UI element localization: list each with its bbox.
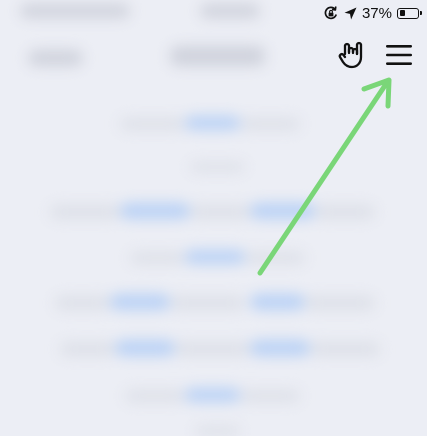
hamburger-menu-icon[interactable] xyxy=(382,40,416,70)
location-arrow-icon xyxy=(344,7,357,19)
screenshot: 37% xyxy=(0,0,427,436)
status-bar: 37% xyxy=(323,2,422,24)
rotation-lock-icon xyxy=(324,6,337,20)
hand-gesture-icon[interactable] xyxy=(337,40,367,70)
battery-level xyxy=(399,10,406,16)
battery-percentage: 37% xyxy=(361,4,392,22)
battery-icon xyxy=(397,7,422,19)
